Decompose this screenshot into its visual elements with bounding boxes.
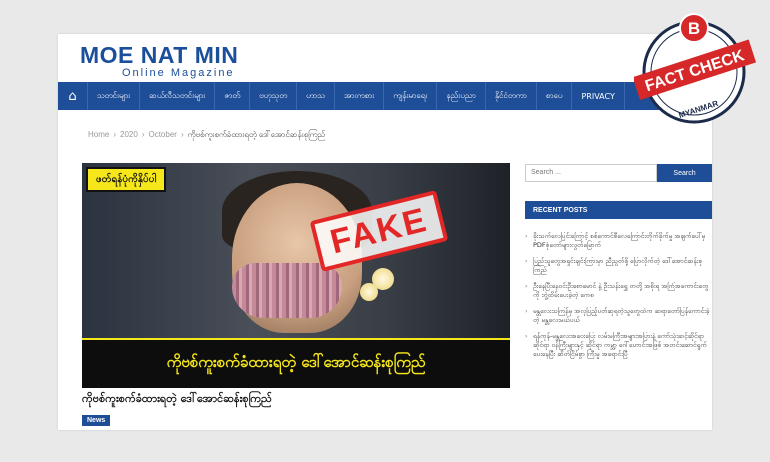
list-item[interactable]: ဦးနေပြီးနေဝင်းဦးစောမောင် နဲ့ ဦးသန်းရွှေ … bbox=[525, 282, 712, 300]
breadcrumb-separator: › bbox=[141, 130, 145, 139]
hero-flower bbox=[360, 283, 378, 301]
list-item[interactable]: ပြည်သူတွေအရှင်းချင်းကြားမှာ ညီညွတ်ဖို့ ပ… bbox=[525, 257, 712, 275]
main-nav: ⌂ သတင်းများ ဆယ်လီသတင်းများ ဇာတ် ဗဟုသုတ ဟ… bbox=[58, 82, 712, 110]
breadcrumb-current: ကိုဗစ်ကူးစက်ခံထားရတဲ့ ဒေါ်အောင်ဆန်းစုကြည… bbox=[187, 130, 326, 139]
category-badge[interactable]: News bbox=[82, 415, 111, 426]
article-title[interactable]: ကိုဗစ်ကူးစက်ခံထားရတဲ့ ဒေါ်အောင်ဆန်းစုကြည… bbox=[82, 392, 272, 408]
list-item[interactable]: ရန်ကုန်-မန္တလေးအဝေးပြေး လမ်းမကြီးအများအပ… bbox=[525, 332, 712, 368]
list-item[interactable]: ခိုးသက်လေပြင်းကြောင့် စစ်ကောင်စီလေကြောင်… bbox=[525, 232, 712, 250]
nav-item-literature[interactable]: စာပေ bbox=[537, 82, 573, 110]
breadcrumb: Home › 2020 › October › ကိုဗစ်ကူးစက်ခံထားရတဲ့ … bbox=[88, 129, 325, 141]
nav-item-sports[interactable]: အားကစား bbox=[335, 82, 385, 110]
site-logo[interactable]: MOE NAT MIN Online Magazine bbox=[80, 42, 238, 79]
breadcrumb-year[interactable]: 2020 bbox=[120, 130, 138, 139]
nav-item-news[interactable]: သတင်းများ bbox=[88, 82, 141, 110]
search-input[interactable]: Search ... bbox=[525, 164, 657, 182]
nav-item-privacy[interactable]: PRIVACY bbox=[572, 82, 625, 110]
home-icon[interactable]: ⌂ bbox=[58, 82, 88, 110]
nav-item-international[interactable]: နိုင်ငံတကာ bbox=[486, 82, 537, 110]
list-item[interactable]: မန္တလေးသကြန်မှ အလှပြည့်ပတ်ဆုရတဲ့သူတွေထဲက… bbox=[525, 307, 712, 325]
hero-caption: ကိုဗစ်ကူးစက်ခံထားရတဲ့ ဒေါ်အောင်ဆန်းစုကြည… bbox=[82, 338, 510, 388]
breadcrumb-home[interactable]: Home bbox=[88, 130, 109, 139]
recent-posts-title: RECENT POSTS bbox=[525, 201, 712, 219]
recent-posts-list: ခိုးသက်လေပြင်းကြောင့် စစ်ကောင်စီလေကြောင်… bbox=[525, 232, 712, 375]
breadcrumb-separator: › bbox=[113, 130, 117, 139]
page-container: MOE NAT MIN Online Magazine ⌂ သတင်းများ … bbox=[58, 34, 712, 430]
fact-check-letter: B bbox=[688, 19, 700, 38]
breadcrumb-separator: › bbox=[180, 130, 184, 139]
site-subtitle: Online Magazine bbox=[122, 67, 235, 79]
nav-item-health[interactable]: ကျန်းမာရေး bbox=[384, 82, 438, 110]
nav-item-humor[interactable]: ဟာသ bbox=[297, 82, 335, 110]
site-title: MOE NAT MIN bbox=[80, 42, 239, 68]
breadcrumb-month[interactable]: October bbox=[148, 130, 176, 139]
search-button[interactable]: Search bbox=[657, 164, 712, 182]
fact-check-logo: B FACT CHECK MYANMAR bbox=[634, 13, 757, 124]
nav-item-story[interactable]: ဇာတ် bbox=[215, 82, 251, 110]
featured-image[interactable]: ဖတ်ရန်ပုံကိုနှိပ်ပါ FAKE ကိုဗစ်ကူးစက်ခံထ… bbox=[82, 163, 510, 388]
nav-item-technology[interactable]: နည်းပညာ bbox=[437, 82, 486, 110]
hero-click-label: ဖတ်ရန်ပုံကိုနှိပ်ပါ bbox=[86, 167, 167, 192]
hero-face-mask bbox=[232, 263, 342, 318]
nav-item-knowledge[interactable]: ဗဟုသုတ bbox=[250, 82, 298, 110]
nav-item-celebrity[interactable]: ဆယ်လီသတင်းများ bbox=[140, 82, 216, 110]
